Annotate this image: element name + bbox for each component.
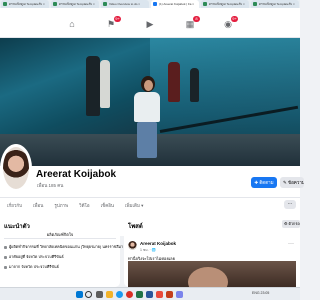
cover-photo[interactable] [0, 38, 300, 166]
chrome-icon[interactable] [126, 291, 133, 298]
teams-icon[interactable] [176, 291, 183, 298]
message-button[interactable]: ✎ ข้อความ [280, 177, 304, 188]
file-explorer-icon[interactable] [106, 291, 113, 298]
woman-jeans [137, 122, 157, 158]
follow-button[interactable]: ✚ ติดตาม [251, 177, 277, 188]
task-view-icon[interactable] [96, 291, 103, 298]
more-options-button[interactable]: ··· [284, 200, 296, 209]
intro-item: มาจาก จังหวัด ประจวบคีรีขันธ์ [4, 264, 59, 270]
post-photo[interactable] [128, 261, 296, 287]
powerpoint-icon[interactable] [166, 291, 173, 298]
browser-tab[interactable]: ดรรมเปิลดูเอ Templateรับ × [51, 0, 99, 8]
flag-icon[interactable]: ⚑ 9+ [106, 16, 121, 29]
facebook-top-nav: ⌂ ⚑ 9+ ▶ ▦ 8 ◉ 9+ [0, 8, 300, 38]
facebook-favicon-icon [153, 2, 157, 6]
tab-label: Video Overview to do × [109, 2, 141, 6]
search-icon[interactable] [85, 291, 92, 298]
notification-badge: 9+ [231, 16, 238, 22]
start-icon[interactable] [76, 291, 83, 298]
video-icon[interactable]: ▶ [145, 19, 155, 29]
favicon-icon [253, 2, 257, 6]
browser-tab-bar: ดรรมเปิลดูเอ Templateรับ × ดรรมเปิลดูเอ … [0, 0, 300, 8]
posts-title: โพสต์ [128, 224, 143, 230]
tab-videos[interactable]: วิดีโอ [79, 202, 90, 209]
tab-label: ดรรมเปิลดูเอ Templateรับ × [59, 1, 95, 6]
intro-item-text: มาจาก จังหวัด ประจวบคีรีขันธ์ [9, 265, 59, 269]
browser-tab-active[interactable]: (1) Areerat Koijabok | Fa × [151, 0, 199, 8]
location-pin-icon [4, 265, 7, 269]
app-icon[interactable] [156, 291, 163, 298]
profile-name: Areerat Koijabok [36, 169, 117, 180]
intro-item: ผู้ผลิตทำกิจกรรมที่ วิทยาลัยเทคนิคขอนแก่… [4, 244, 123, 250]
notification-badge: 8 [193, 16, 200, 22]
browser-tab[interactable]: ดรรมเปิลดูเอ Templateรับ × [201, 0, 249, 8]
marketplace-icon[interactable]: ▦ 8 [185, 16, 200, 29]
intro-item: อาศัยอยู่ที่ จังหวัด ประจวบคีรีขันธ์ [4, 254, 64, 260]
edge-icon[interactable] [116, 291, 123, 298]
intro-item-text: ผู้ผลิตทำกิจกรรมที่ วิทยาลัยเทคนิคขอนแก่… [9, 245, 124, 249]
tab-photos[interactable]: รูปภาพ [54, 202, 68, 209]
notification-badge: 9+ [114, 16, 121, 22]
woman-face [144, 80, 153, 91]
excel-icon[interactable] [136, 291, 143, 298]
post-timestamp[interactable]: 1 ชม. · 🌐 [140, 247, 156, 253]
word-icon[interactable] [146, 291, 153, 298]
intro-title: แนะนำตัว [4, 224, 30, 230]
tab-about[interactable]: เกี่ยวกับ [7, 202, 22, 209]
tab-label: ดรรมเปิลดูเอ Templateรับ × [209, 1, 245, 6]
windows-taskbar: ENG 23:05 [0, 287, 300, 300]
profile-avatar[interactable] [0, 144, 32, 192]
background-person [86, 56, 100, 116]
intro-card: แนะนำตัว ผลิตภัณฑ์กิตใจ ผู้ผลิตทำกิจกรรม… [0, 217, 123, 287]
favicon-icon [103, 2, 107, 6]
woman-top [134, 92, 160, 122]
favicon-icon [203, 2, 207, 6]
tab-more[interactable]: เพิ่มเติม ▾ [125, 202, 143, 209]
home-location-icon [4, 255, 7, 259]
browser-tab[interactable]: Video Overview to do × [101, 0, 149, 8]
intro-item-text: อาศัยอยู่ที่ จังหวัด ประจวบคีรีขันธ์ [9, 255, 64, 259]
school-icon [4, 245, 7, 249]
photo-face [188, 267, 228, 287]
tab-label: ดรรมเปิลดูเอ Templateรับ × [9, 1, 45, 6]
friend-count[interactable]: เพื่อน 185 คน [37, 182, 63, 189]
tab-friends[interactable]: เพื่อน [33, 202, 43, 209]
background-person [168, 62, 180, 102]
posts-card: โพสต์ ⚙ ตัวกรอง Areerat Koijabok 1 ชม. ·… [124, 217, 300, 287]
home-icon[interactable]: ⌂ [67, 19, 77, 29]
post-menu-icon[interactable]: ··· [288, 241, 294, 247]
favicon-icon [53, 2, 57, 6]
background-person [100, 60, 110, 108]
tab-label: ดรรมเปิลดูเอ Templateรับ × [259, 1, 295, 6]
post-author-name[interactable]: Areerat Koijabok [140, 241, 176, 246]
divider [4, 238, 116, 239]
tab-label: (1) Areerat Koijabok | Fa × [159, 2, 195, 6]
system-clock[interactable]: ENG 23:05 [252, 291, 269, 295]
tab-checkins[interactable]: เช็คอิน [101, 202, 114, 209]
filter-button[interactable]: ⚙ ตัวกรอง [282, 220, 300, 228]
groups-icon[interactable]: ◉ 9+ [223, 16, 238, 29]
browser-tab[interactable]: ดรรมเปิลดูเอ Templateรับ × [1, 0, 49, 8]
favicon-icon [3, 2, 7, 6]
profile-tabs: เกี่ยวกับ เพื่อน รูปภาพ วิดีโอ เช็คอิน เ… [0, 197, 300, 213]
post-author-avatar[interactable] [128, 241, 137, 250]
browser-tab[interactable]: ดรรมเปิลดูเอ Templateรับ × [251, 0, 299, 8]
intro-bio: ผลิตภัณฑ์กิตใจ [46, 232, 74, 237]
background-person [190, 68, 199, 102]
